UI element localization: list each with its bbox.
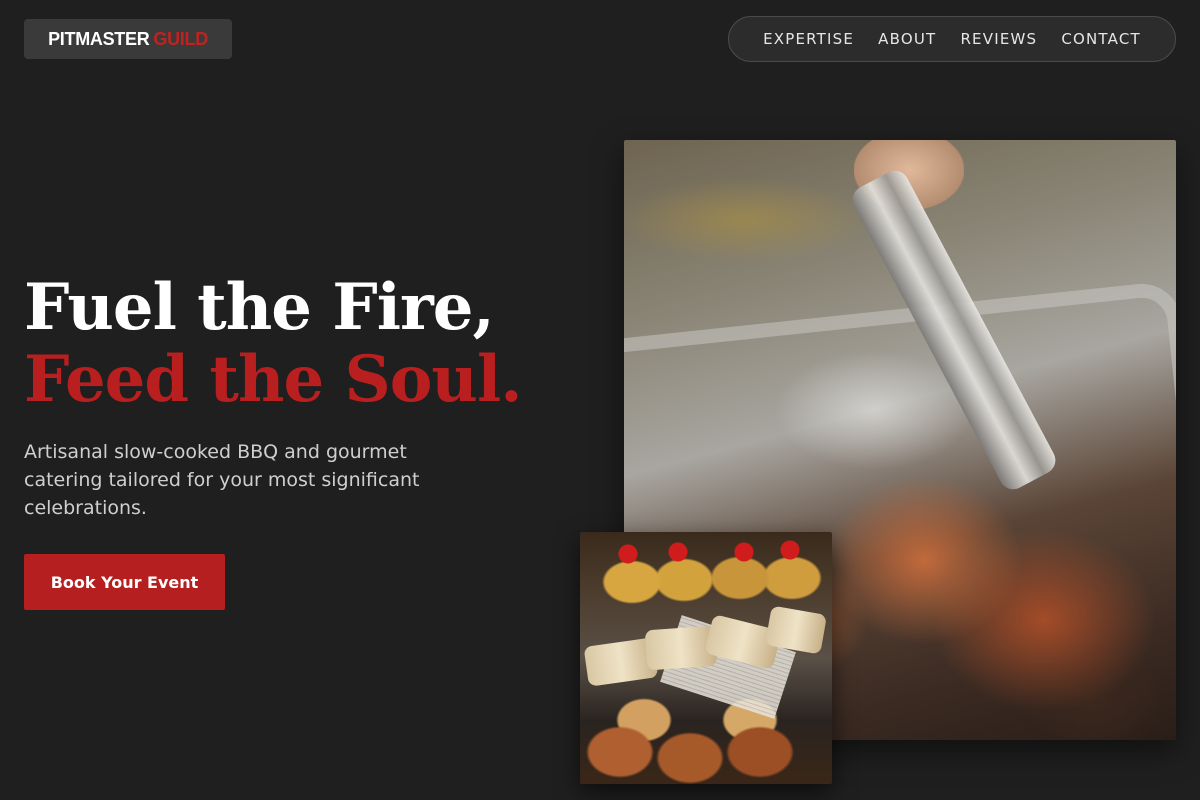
brand-logo[interactable]: PITMASTER GUILD [24, 19, 232, 59]
nav-item-expertise[interactable]: EXPERTISE [763, 30, 854, 48]
nav-item-about[interactable]: ABOUT [878, 30, 936, 48]
hero-subtitle: Artisanal slow-cooked BBQ and gourmet ca… [24, 441, 420, 519]
nav-item-contact[interactable]: CONTACT [1061, 30, 1141, 48]
nav-item-reviews[interactable]: REVIEWS [960, 30, 1037, 48]
catering-platter-photo [580, 532, 832, 784]
main-nav: EXPERTISE ABOUT REVIEWS CONTACT [728, 16, 1176, 62]
book-event-button[interactable]: Book Your Event [24, 554, 225, 610]
hero-title-line2: Feed the Soul. [24, 342, 523, 417]
hero-title: Fuel the Fire, Feed the Soul. [24, 270, 523, 417]
brand-name-primary: PITMASTER [48, 28, 150, 49]
hero-title-line1: Fuel the Fire, [24, 270, 495, 345]
brand-name-accent: GUILD [153, 28, 208, 49]
